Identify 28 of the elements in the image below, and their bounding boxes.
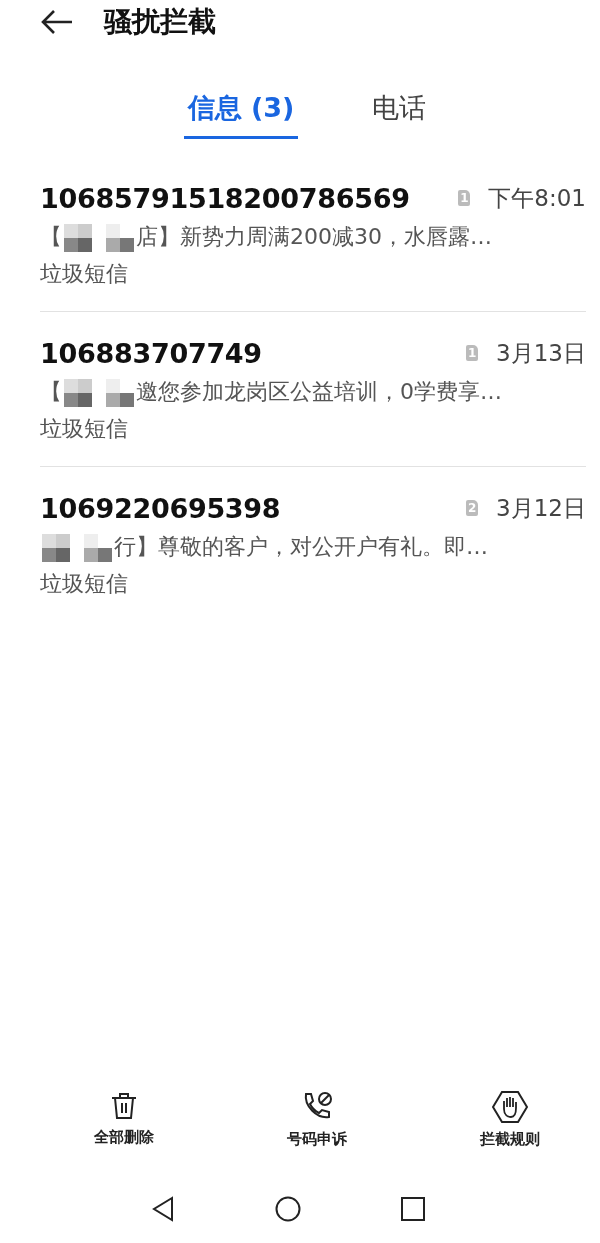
- hand-stop-icon: [492, 1090, 528, 1124]
- sim-badge: 1: [458, 190, 471, 206]
- home-nav-icon[interactable]: [275, 1196, 301, 1222]
- sender-number: 1069220695398: [40, 492, 282, 524]
- message-category: 垃圾短信: [40, 415, 129, 443]
- message-preview: 行】尊敬的客户，对公开户有礼。即…: [114, 533, 488, 561]
- tab[interactable]: 信息 (3): [183, 90, 299, 139]
- back-icon[interactable]: [40, 9, 74, 35]
- delete-all-button[interactable]: 全部删除: [94, 1090, 154, 1149]
- bracket: 【: [40, 223, 62, 251]
- bracket: 【: [40, 378, 62, 406]
- rules-button[interactable]: 拦截规则: [480, 1090, 540, 1149]
- appeal-button[interactable]: 号码申诉: [287, 1090, 347, 1149]
- message-category: 垃圾短信: [40, 260, 129, 288]
- message-time: 下午8:01: [488, 183, 586, 213]
- sender-number: 10685791518200786569: [40, 182, 411, 214]
- message-category: 垃圾短信: [40, 570, 129, 598]
- sim-badge: 1: [466, 345, 479, 361]
- sender-number: 106883707749: [40, 337, 263, 369]
- message-preview: 店】新势力周满200减30，水唇露…: [136, 223, 492, 251]
- recent-apps-icon[interactable]: [401, 1197, 425, 1221]
- message-preview: 邀您参加龙岗区公益培训，0学费享…: [136, 378, 502, 406]
- back-nav-icon[interactable]: [151, 1196, 175, 1222]
- message-time: 3月12日: [496, 493, 586, 523]
- sim-badge: 2: [466, 500, 479, 516]
- page-title: 骚扰拦截: [104, 4, 216, 40]
- tab[interactable]: 电话: [368, 90, 431, 139]
- message-time: 3月13日: [496, 338, 586, 368]
